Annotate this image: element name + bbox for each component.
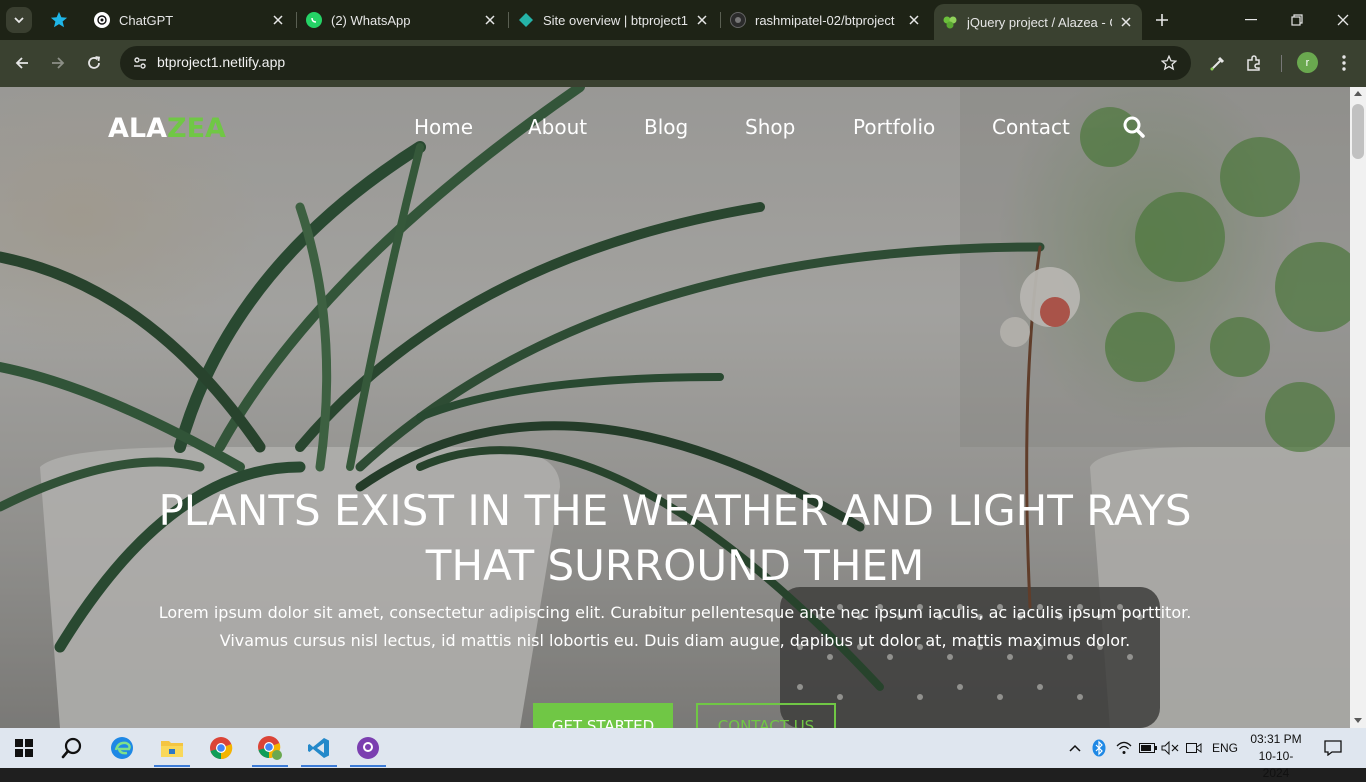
clock-date: 10-10-2024 (1258, 749, 1294, 780)
url-text: btproject1.netlify.app (157, 54, 286, 70)
extensions-puzzle-icon[interactable] (1242, 51, 1266, 75)
toolbar-divider (1281, 55, 1282, 72)
address-bar[interactable]: btproject1.netlify.app (120, 46, 1191, 80)
logo-text-part1: ALA (108, 113, 167, 144)
site-logo[interactable]: ALAZEA (108, 113, 226, 144)
file-explorer-icon[interactable] (152, 728, 192, 768)
profile-avatar[interactable]: r (1297, 52, 1318, 73)
volume-muted-icon[interactable] (1160, 728, 1180, 768)
browser-toolbar: btproject1.netlify.app (0, 40, 1366, 87)
close-window-icon[interactable] (1320, 0, 1366, 40)
notifications-icon[interactable] (1322, 728, 1344, 768)
tab-label: rashmipatel-02/btproject (755, 12, 895, 28)
bookmark-star-icon[interactable] (1159, 53, 1179, 73)
language-indicator[interactable]: ENG (1212, 741, 1238, 755)
vscode-icon[interactable] (299, 728, 339, 768)
tab-chatgpt[interactable]: ChatGPT (86, 5, 294, 35)
back-arrow-icon[interactable] (9, 50, 35, 76)
active-app-indicator (350, 765, 386, 767)
restore-window-icon[interactable] (1274, 0, 1320, 40)
camera-icon[interactable] (1184, 728, 1204, 768)
tab-netlify[interactable]: Site overview | btproject1 | (510, 5, 718, 35)
active-app-indicator (252, 765, 288, 767)
minimize-window-icon[interactable] (1228, 0, 1274, 40)
plant-favicon-icon (942, 14, 958, 30)
active-app-indicator (154, 765, 190, 767)
clock-time: 03:31 PM (1250, 732, 1302, 746)
nav-contact[interactable]: Contact (992, 115, 1070, 139)
github-desktop-icon[interactable] (348, 728, 388, 768)
reload-icon[interactable] (81, 50, 107, 76)
windows-start-icon[interactable] (4, 728, 44, 768)
close-tab-icon[interactable] (694, 12, 710, 28)
nav-blog[interactable]: Blog (644, 115, 688, 139)
network-icon[interactable] (1114, 728, 1134, 768)
site-settings-icon[interactable] (128, 51, 152, 75)
forward-arrow-icon[interactable] (45, 50, 71, 76)
github-icon (730, 12, 746, 28)
nav-shop[interactable]: Shop (745, 115, 795, 139)
chrome-icon[interactable] (201, 728, 241, 768)
hero-title: PLANTS EXIST IN THE WEATHER AND LIGHT RA… (158, 486, 1192, 590)
tab-label: ChatGPT (119, 12, 174, 28)
new-tab-plus-icon[interactable] (1150, 8, 1174, 32)
eyedropper-icon[interactable] (1206, 51, 1230, 75)
logo-text-part2: ZEA (167, 113, 226, 144)
tab-label: (2) WhatsApp (331, 12, 411, 28)
scroll-down-arrow-icon[interactable] (1354, 718, 1362, 723)
hero-description: Lorem ipsum dolor sit amet, consectetur … (158, 603, 1192, 650)
tab-alazea-active[interactable]: jQuery project / Alazea - G (934, 4, 1142, 40)
show-hidden-icons-chevron-icon[interactable] (1066, 728, 1084, 768)
windows-taskbar: ENG 03:31 PM 10-10-2024 (0, 728, 1366, 780)
nav-home[interactable]: Home (414, 115, 473, 139)
bluetooth-icon[interactable] (1090, 728, 1108, 768)
search-icon[interactable] (52, 728, 92, 768)
search-icon[interactable] (1122, 115, 1146, 139)
close-tab-icon[interactable] (1118, 14, 1134, 30)
active-app-indicator (301, 765, 337, 767)
netlify-icon (518, 12, 534, 28)
tab-label: Site overview | btproject1 | (543, 12, 688, 28)
tab-divider (508, 12, 509, 28)
close-tab-icon[interactable] (482, 12, 498, 28)
system-clock[interactable]: 03:31 PM 10-10-2024 (1246, 731, 1306, 782)
tab-divider (720, 12, 721, 28)
browser-tab-strip: ChatGPT (2) WhatsApp Site overview | btp… (0, 0, 1366, 40)
page-viewport: ALAZEA Home About Blog Shop Portfolio Co… (0, 87, 1350, 728)
battery-icon[interactable] (1138, 728, 1158, 768)
nav-portfolio[interactable]: Portfolio (853, 115, 935, 139)
pinned-tab-star-icon[interactable] (44, 8, 74, 32)
nav-about[interactable]: About (528, 115, 587, 139)
tab-divider (296, 12, 297, 28)
close-tab-icon[interactable] (270, 12, 286, 28)
get-started-button[interactable]: GET STARTED (533, 703, 673, 728)
whatsapp-icon (306, 12, 322, 28)
close-tab-icon[interactable] (906, 12, 922, 28)
scroll-up-arrow-icon[interactable] (1354, 91, 1362, 96)
more-menu-icon[interactable] (1332, 51, 1356, 75)
page-scrollbar[interactable] (1350, 87, 1366, 728)
tab-whatsapp[interactable]: (2) WhatsApp (298, 5, 506, 35)
contact-us-button[interactable]: CONTACT US (696, 703, 836, 728)
chrome-profile-icon[interactable] (250, 728, 290, 768)
scrollbar-thumb[interactable] (1352, 104, 1364, 159)
chatgpt-icon (94, 12, 110, 28)
tab-github[interactable]: rashmipatel-02/btproject (722, 5, 930, 35)
edge-icon[interactable] (102, 728, 142, 768)
tab-search-chevron-icon[interactable] (6, 7, 32, 33)
tab-label: jQuery project / Alazea - G (967, 14, 1112, 30)
